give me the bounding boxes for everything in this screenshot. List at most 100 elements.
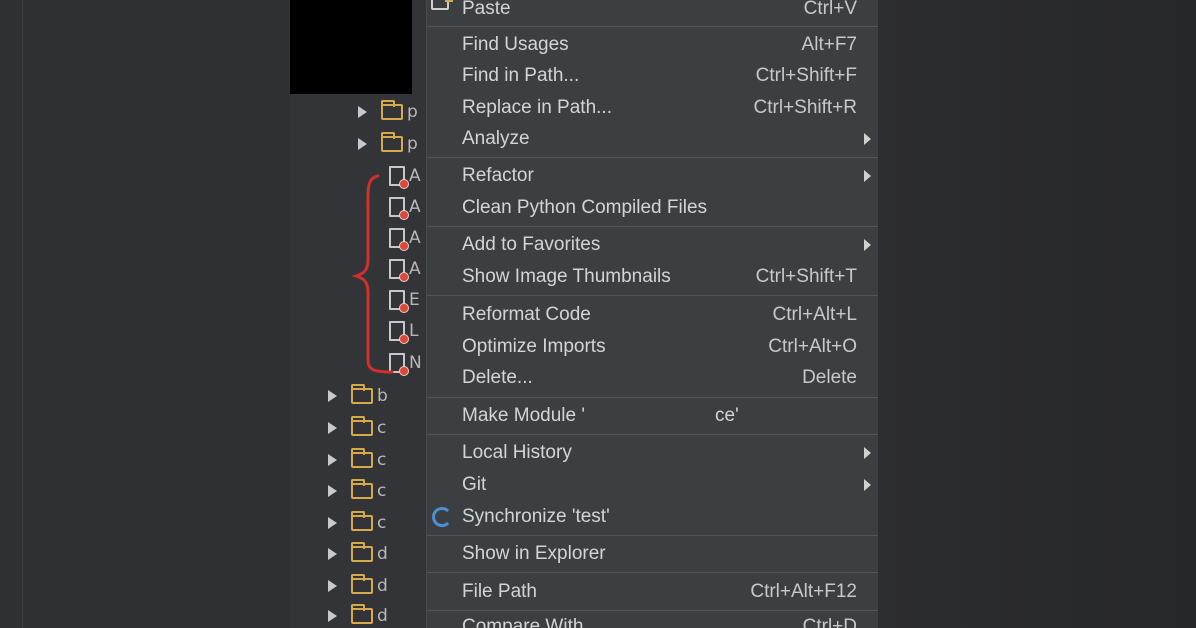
redacted-area (290, 0, 412, 94)
menu-item-label: Synchronize 'test' (462, 506, 610, 527)
menu-item-git[interactable]: Git (427, 470, 878, 500)
tree-file-label: A (409, 166, 421, 186)
menu-item-shortcut: Ctrl+V (803, 0, 857, 19)
expand-arrow-icon[interactable] (328, 580, 337, 592)
menu-separator (427, 397, 878, 398)
menu-item-show-in-explorer[interactable]: Show in Explorer (427, 539, 878, 569)
expand-arrow-icon[interactable] (328, 390, 337, 402)
menu-item-compare-with[interactable]: Compare With... Ctrl+D (427, 612, 878, 628)
tree-folder-label: d (377, 544, 388, 564)
expand-arrow-icon[interactable] (358, 106, 367, 118)
expand-arrow-icon[interactable] (328, 422, 337, 434)
menu-item-shortcut: Ctrl+Shift+F (755, 65, 857, 86)
panel-divider (22, 0, 23, 628)
menu-item-shortcut: Ctrl+Alt+O (768, 336, 857, 357)
menu-item-shortcut: Ctrl+Alt+L (772, 304, 857, 325)
menu-item-refactor[interactable]: Refactor (427, 161, 878, 191)
menu-item-label: Delete... (462, 367, 533, 388)
menu-item-label: Add to Favorites (462, 234, 601, 255)
tree-file-label: A (409, 228, 421, 248)
tree-folder-row[interactable]: d (328, 604, 388, 627)
folder-icon (351, 448, 373, 468)
menu-item-delete[interactable]: Delete... Delete (427, 363, 878, 393)
folder-icon (351, 384, 373, 404)
submenu-arrow-icon (864, 479, 871, 491)
tree-folder-row[interactable]: b (328, 384, 388, 407)
editor-area (878, 0, 1196, 628)
left-panel (0, 0, 290, 628)
tree-file-label: E (409, 290, 420, 310)
menu-item-optimize-imports[interactable]: Optimize Imports Ctrl+Alt+O (427, 332, 878, 362)
tree-file-label: A (409, 259, 421, 279)
menu-separator (427, 535, 878, 536)
tree-folder-row[interactable]: p (358, 100, 418, 123)
menu-item-shortcut: Ctrl+Alt+F12 (750, 581, 857, 602)
menu-item-label: Git (462, 474, 487, 495)
tree-folder-label: p (407, 134, 418, 154)
menu-item-local-history[interactable]: Local History (427, 438, 878, 468)
menu-item-label: Reformat Code (462, 304, 591, 325)
menu-item-label: File Path (462, 581, 537, 602)
expand-arrow-icon[interactable] (328, 548, 337, 560)
tree-folder-row[interactable]: p (358, 132, 418, 155)
menu-item-label: Paste (462, 0, 511, 19)
menu-item-clean-python-compiled[interactable]: Clean Python Compiled Files (427, 193, 878, 223)
folder-icon (381, 132, 403, 152)
tree-folder-label: c (377, 418, 387, 438)
tree-folder-label: b (377, 386, 388, 406)
expand-arrow-icon[interactable] (328, 485, 337, 497)
menu-item-label-suffix: ce' (715, 405, 739, 426)
tree-folder-row[interactable]: d (328, 574, 388, 597)
tree-folder-label: c (377, 513, 387, 533)
submenu-arrow-icon (864, 239, 871, 251)
tree-folder-row[interactable]: c (328, 511, 387, 534)
menu-item-find-usages[interactable]: Find Usages Alt+F7 (427, 30, 878, 60)
tree-file-label: L (409, 321, 419, 341)
expand-arrow-icon[interactable] (358, 138, 367, 150)
tree-folder-row[interactable]: c (328, 448, 386, 471)
menu-item-label: Analyze (462, 128, 530, 149)
folder-icon (381, 100, 403, 120)
tree-folder-label: d (377, 606, 388, 626)
tree-folder-label: p (407, 102, 418, 122)
expand-arrow-icon[interactable] (328, 610, 337, 622)
menu-item-shortcut: Ctrl+Shift+T (755, 266, 857, 287)
menu-item-label: Clean Python Compiled Files (462, 197, 708, 218)
menu-item-shortcut: Ctrl+D (802, 616, 857, 628)
submenu-arrow-icon (864, 170, 871, 182)
expand-arrow-icon[interactable] (328, 454, 337, 466)
menu-item-make-module[interactable]: Make Module ' ce' (427, 401, 878, 431)
tree-folder-row[interactable]: d (328, 542, 388, 565)
menu-item-file-path[interactable]: File Path Ctrl+Alt+F12 (427, 577, 878, 607)
menu-separator (427, 610, 878, 611)
expand-arrow-icon[interactable] (328, 517, 337, 529)
sync-icon (432, 507, 452, 527)
menu-separator (427, 226, 878, 227)
folder-icon (351, 574, 373, 594)
menu-item-paste[interactable]: Paste Ctrl+V (427, 0, 878, 24)
menu-item-analyze[interactable]: Analyze (427, 124, 878, 154)
tree-folder-row[interactable]: c (328, 416, 387, 439)
menu-item-add-to-favorites[interactable]: Add to Favorites (427, 230, 878, 260)
menu-item-synchronize[interactable]: Synchronize 'test' (427, 502, 878, 532)
menu-item-replace-in-path[interactable]: Replace in Path... Ctrl+Shift+R (427, 93, 878, 123)
menu-item-show-image-thumbnails[interactable]: Show Image Thumbnails Ctrl+Shift+T (427, 262, 878, 292)
menu-item-shortcut: Alt+F7 (801, 34, 857, 55)
folder-icon (351, 479, 373, 499)
menu-item-label: Compare With... (462, 616, 600, 628)
menu-item-find-in-path[interactable]: Find in Path... Ctrl+Shift+F (427, 61, 878, 91)
menu-item-reformat-code[interactable]: Reformat Code Ctrl+Alt+L (427, 300, 878, 330)
folder-icon (351, 604, 373, 624)
menu-separator (427, 26, 878, 27)
menu-separator (427, 572, 878, 573)
tree-folder-row[interactable]: c (328, 479, 386, 502)
menu-separator (427, 434, 878, 435)
folder-icon (351, 542, 373, 562)
annotation-brace (351, 174, 394, 374)
menu-item-label: Replace in Path... (462, 97, 612, 118)
context-menu: Paste Ctrl+V Find Usages Alt+F7 Find in … (426, 0, 878, 628)
tree-folder-label: d (377, 576, 388, 596)
paste-icon (431, 0, 453, 10)
submenu-arrow-icon (864, 133, 871, 145)
menu-item-label: Show Image Thumbnails (462, 266, 671, 287)
